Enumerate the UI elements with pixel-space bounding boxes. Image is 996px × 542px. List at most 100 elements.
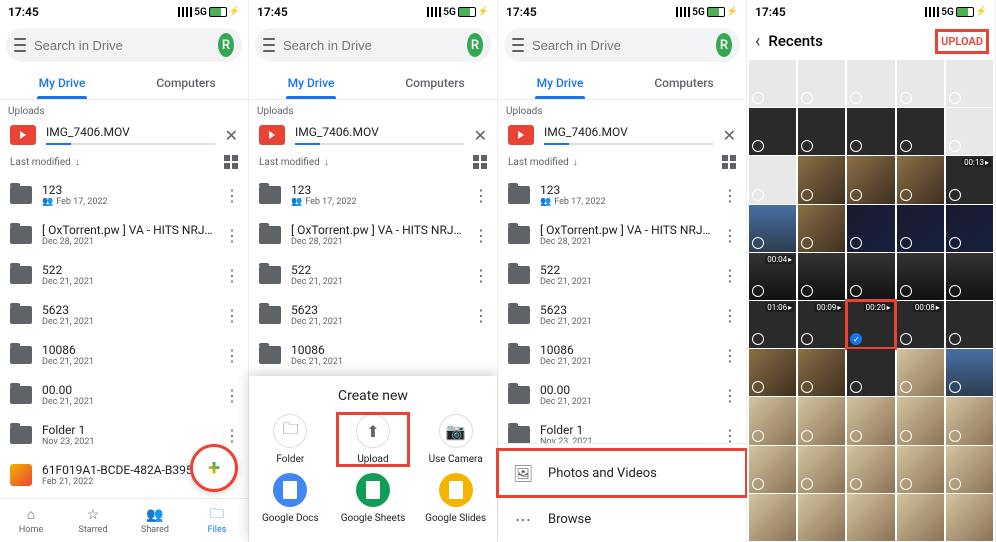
- tab-computers[interactable]: Computers: [373, 66, 497, 99]
- folder-item[interactable]: [ OxTorrent.pw ] VA - HITS NRJ DU MOMENT…: [249, 215, 497, 255]
- create-slides-button[interactable]: Google Slides: [421, 473, 491, 524]
- photo-cell[interactable]: [749, 205, 796, 252]
- folder-item[interactable]: [ OxTorrent.pw ] VA - HITS NRJ DU MOMENT…: [0, 215, 248, 255]
- cancel-upload-button[interactable]: ✕: [225, 126, 238, 145]
- more-button[interactable]: ⋮: [722, 386, 736, 405]
- avatar[interactable]: R: [218, 33, 234, 57]
- folder-item[interactable]: 00.00Dec 21, 2021⋮: [498, 375, 746, 415]
- view-toggle-button[interactable]: [722, 155, 736, 169]
- photo-cell[interactable]: [897, 494, 944, 541]
- more-button[interactable]: ⋮: [722, 346, 736, 365]
- search-bar[interactable]: R: [6, 28, 242, 62]
- photo-cell[interactable]: [946, 253, 993, 300]
- browse-option[interactable]: ⋯Browse: [498, 496, 746, 542]
- tab-computers[interactable]: Computers: [622, 66, 746, 99]
- photo-cell[interactable]: [798, 349, 845, 396]
- folder-item[interactable]: 5623Dec 21, 2021⋮: [0, 295, 248, 335]
- more-button[interactable]: ⋮: [722, 426, 736, 445]
- nav-files[interactable]: 🗀Files: [186, 499, 248, 542]
- photo-cell[interactable]: [847, 205, 894, 252]
- photo-cell[interactable]: [749, 60, 796, 107]
- photo-cell[interactable]: [749, 397, 796, 444]
- photo-cell[interactable]: [946, 349, 993, 396]
- search-bar[interactable]: R: [255, 28, 491, 62]
- photo-cell[interactable]: [847, 349, 894, 396]
- use-camera-button[interactable]: 📷Use Camera: [421, 414, 491, 465]
- more-button[interactable]: ⋮: [224, 346, 238, 365]
- folder-item[interactable]: 10086Dec 21, 2021⋮: [0, 335, 248, 375]
- photo-cell[interactable]: [897, 108, 944, 155]
- folder-item[interactable]: 123👥Feb 17, 2022⋮: [249, 175, 497, 215]
- more-button[interactable]: ⋮: [722, 266, 736, 285]
- folder-item[interactable]: 123👥Feb 17, 2022⋮: [0, 175, 248, 215]
- photo-cell[interactable]: [897, 253, 944, 300]
- photo-cell[interactable]: [946, 494, 993, 541]
- photo-cell[interactable]: [847, 108, 894, 155]
- more-button[interactable]: ⋮: [473, 306, 487, 325]
- photo-cell[interactable]: [749, 494, 796, 541]
- photo-cell[interactable]: [946, 205, 993, 252]
- photo-cell[interactable]: [798, 205, 845, 252]
- view-toggle-button[interactable]: [224, 155, 238, 169]
- photo-cell[interactable]: [798, 253, 845, 300]
- more-button[interactable]: ⋮: [722, 306, 736, 325]
- photo-cell[interactable]: [847, 60, 894, 107]
- tab-my-drive[interactable]: My Drive: [498, 66, 622, 99]
- photo-cell[interactable]: 01:06 ▸: [749, 301, 796, 348]
- tab-computers[interactable]: Computers: [124, 66, 248, 99]
- photo-cell[interactable]: [798, 397, 845, 444]
- photos-videos-option[interactable]: 🖼Photos and Videos: [498, 450, 746, 496]
- more-button[interactable]: ⋮: [722, 186, 736, 205]
- photo-cell[interactable]: 00:09 ▸: [798, 301, 845, 348]
- tab-my-drive[interactable]: My Drive: [0, 66, 124, 99]
- nav-starred[interactable]: ☆Starred: [62, 499, 124, 542]
- more-button[interactable]: ⋮: [473, 186, 487, 205]
- more-button[interactable]: ⋮: [224, 426, 238, 445]
- more-button[interactable]: ⋮: [224, 306, 238, 325]
- folder-item[interactable]: 5623Dec 21, 2021⋮: [498, 295, 746, 335]
- folder-item[interactable]: 522Dec 21, 2021⋮: [249, 255, 497, 295]
- folder-item[interactable]: 5623Dec 21, 2021⋮: [249, 295, 497, 335]
- photo-cell[interactable]: 00:13 ▸: [946, 156, 993, 203]
- photo-cell[interactable]: [847, 446, 894, 493]
- folder-item[interactable]: 522Dec 21, 2021⋮: [498, 255, 746, 295]
- menu-icon[interactable]: [263, 38, 275, 52]
- folder-item[interactable]: 123👥Feb 17, 2022⋮: [498, 175, 746, 215]
- more-button[interactable]: ⋮: [224, 266, 238, 285]
- photo-cell[interactable]: [897, 397, 944, 444]
- photo-cell[interactable]: [749, 108, 796, 155]
- avatar[interactable]: R: [716, 33, 732, 57]
- photo-cell[interactable]: [946, 397, 993, 444]
- photo-cell-selected[interactable]: 00:20 ▸✓: [847, 301, 894, 348]
- photo-cell[interactable]: [798, 60, 845, 107]
- create-sheets-button[interactable]: Google Sheets: [338, 473, 408, 524]
- more-button[interactable]: ⋮: [473, 266, 487, 285]
- photo-cell[interactable]: [749, 349, 796, 396]
- photo-cell[interactable]: [897, 205, 944, 252]
- photo-cell[interactable]: [946, 301, 993, 348]
- more-button[interactable]: ⋮: [224, 226, 238, 245]
- search-bar[interactable]: R: [504, 28, 740, 62]
- more-button[interactable]: ⋮: [722, 226, 736, 245]
- photo-cell[interactable]: [847, 494, 894, 541]
- more-button[interactable]: ⋮: [224, 386, 238, 405]
- fab-new-button[interactable]: +: [192, 446, 236, 490]
- photo-cell[interactable]: 00:04 ▸: [749, 253, 796, 300]
- photo-cell[interactable]: [847, 397, 894, 444]
- photo-cell[interactable]: [847, 156, 894, 203]
- photo-cell[interactable]: [946, 108, 993, 155]
- search-input[interactable]: [34, 38, 210, 53]
- folder-item[interactable]: 00.00Dec 21, 2021⋮: [0, 375, 248, 415]
- photo-cell[interactable]: [897, 156, 944, 203]
- photo-cell[interactable]: [847, 253, 894, 300]
- photo-cell[interactable]: [798, 494, 845, 541]
- create-folder-button[interactable]: 🗀Folder: [255, 414, 325, 465]
- photo-cell[interactable]: [897, 446, 944, 493]
- sort-button[interactable]: Last modified ↓: [508, 157, 578, 168]
- more-button[interactable]: ⋮: [473, 226, 487, 245]
- photo-cell[interactable]: [798, 108, 845, 155]
- photo-cell[interactable]: [749, 156, 796, 203]
- menu-icon[interactable]: [14, 38, 26, 52]
- folder-item[interactable]: 522Dec 21, 2021⋮: [0, 255, 248, 295]
- photo-cell[interactable]: [897, 349, 944, 396]
